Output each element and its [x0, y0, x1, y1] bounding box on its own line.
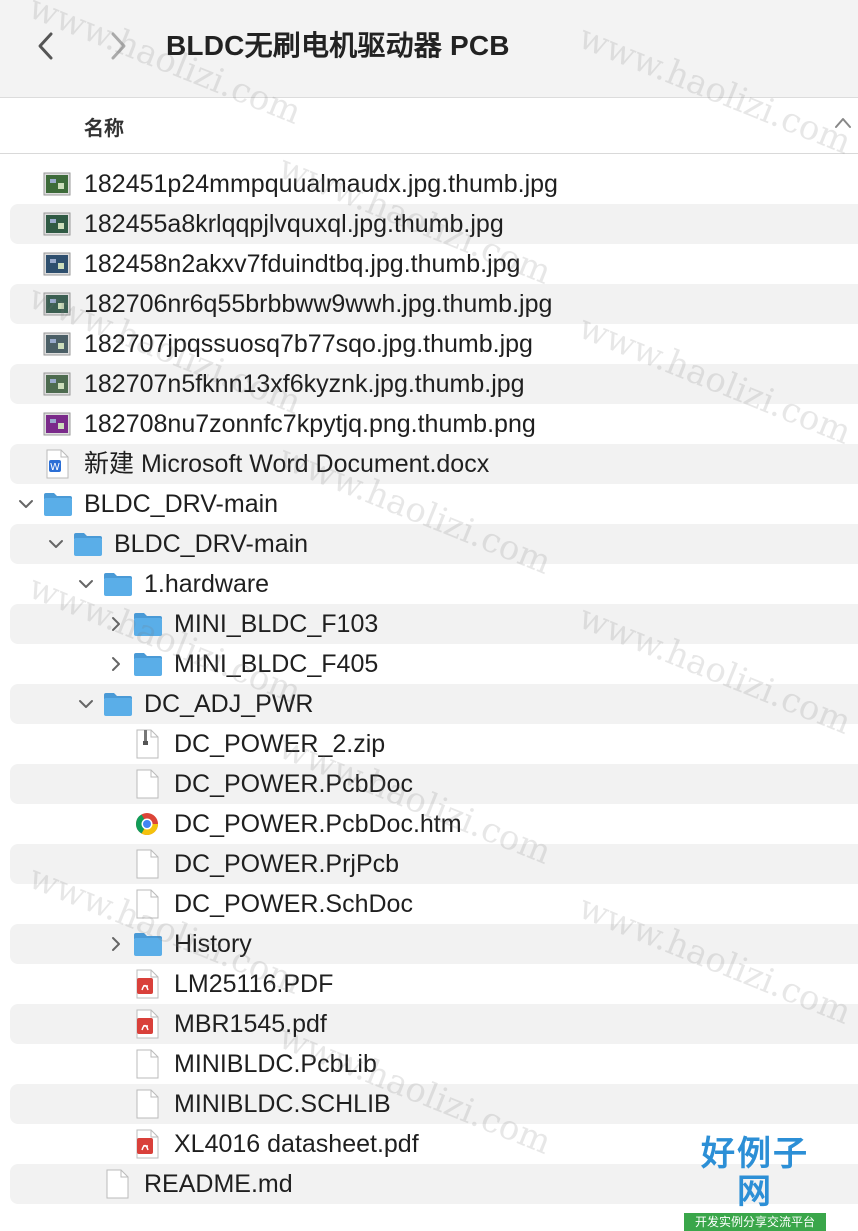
column-header: 名称	[0, 98, 858, 154]
chevron-down-icon[interactable]	[46, 534, 66, 554]
zip-archive-icon	[132, 729, 162, 759]
file-name: MINIBLDC.SCHLIB	[174, 1090, 391, 1118]
image-thumbnail-icon	[42, 169, 72, 199]
folder-row[interactable]: BLDC_DRV-main	[0, 524, 858, 564]
file-row[interactable]: DC_POWER.PcbDoc.htm	[0, 804, 858, 844]
site-logo: 好例子网 开发实例分享交流平台	[684, 1135, 826, 1231]
file-name: 182455a8krlqqpjlvquxql.jpg.thumb.jpg	[84, 210, 504, 238]
svg-text:W: W	[50, 462, 60, 473]
file-name: DC_POWER.PcbDoc	[174, 770, 413, 798]
chevron-down-icon[interactable]	[16, 494, 36, 514]
file-row[interactable]: 182707jpqssuosq7b77sqo.jpg.thumb.jpg	[0, 324, 858, 364]
file-name: BLDC_DRV-main	[114, 530, 309, 558]
image-thumbnail-icon	[42, 289, 72, 319]
file-name: LM25116.PDF	[174, 970, 334, 998]
folder-icon	[102, 689, 132, 719]
folder-icon	[72, 529, 102, 559]
file-name: 182458n2akxv7fduindtbq.jpg.thumb.jpg	[84, 250, 521, 278]
file-name: DC_POWER.PrjPcb	[174, 850, 400, 878]
chevron-up-icon[interactable]	[834, 116, 852, 130]
chrome-html-icon	[132, 809, 162, 839]
pdf-document-icon	[132, 1129, 162, 1159]
chevron-right-icon[interactable]	[106, 654, 126, 674]
file-row[interactable]: MINIBLDC.SCHLIB	[0, 1084, 858, 1124]
name-column-header[interactable]: 名称	[84, 112, 124, 141]
file-row[interactable]: W 新建 Microsoft Word Document.docx	[0, 444, 858, 484]
back-button[interactable]	[32, 28, 60, 64]
file-name: 1.hardware	[144, 570, 270, 598]
file-row[interactable]: 182706nr6q55brbbww9wwh.jpg.thumb.jpg	[0, 284, 858, 324]
file-name: MINI_BLDC_F405	[174, 650, 379, 678]
blank-document-icon	[132, 1089, 162, 1119]
chevron-down-icon[interactable]	[76, 694, 96, 714]
folder-row[interactable]: MINI_BLDC_F103	[0, 604, 858, 644]
file-row[interactable]: DC_POWER.PrjPcb	[0, 844, 858, 884]
chevron-down-icon[interactable]	[76, 574, 96, 594]
file-name: MINI_BLDC_F103	[174, 610, 379, 638]
file-name: DC_POWER.PcbDoc.htm	[174, 810, 462, 838]
folder-row[interactable]: History	[0, 924, 858, 964]
chevron-right-icon[interactable]	[106, 934, 126, 954]
file-row[interactable]: 182707n5fknn13xf6kyznk.jpg.thumb.jpg	[0, 364, 858, 404]
window-title: BLDC无刷电机驱动器 PCB	[166, 30, 510, 61]
folder-icon	[132, 649, 162, 679]
blank-document-icon	[132, 1049, 162, 1079]
file-row[interactable]: 182451p24mmpquualmaudx.jpg.thumb.jpg	[0, 164, 858, 204]
file-row[interactable]: MBR1545.pdf	[0, 1004, 858, 1044]
file-row[interactable]: DC_POWER.PcbDoc	[0, 764, 858, 804]
file-name: DC_ADJ_PWR	[144, 690, 314, 718]
file-name: 182706nr6q55brbbww9wwh.jpg.thumb.jpg	[84, 290, 553, 318]
logo-subtitle: 开发实例分享交流平台	[684, 1213, 826, 1231]
image-thumbnail-icon	[42, 369, 72, 399]
pdf-document-icon	[132, 1009, 162, 1039]
image-thumbnail-icon	[42, 409, 72, 439]
logo-title: 好例子网	[701, 1134, 809, 1212]
blank-document-icon	[132, 889, 162, 919]
file-name: DC_POWER_2.zip	[174, 730, 386, 758]
file-name: 182707jpqssuosq7b77sqo.jpg.thumb.jpg	[84, 330, 533, 358]
file-name: History	[174, 930, 252, 958]
chevron-right-icon[interactable]	[106, 614, 126, 634]
file-list: 182451p24mmpquualmaudx.jpg.thumb.jpg 1824…	[0, 164, 858, 1204]
folder-icon	[102, 569, 132, 599]
file-name: 182707n5fknn13xf6kyznk.jpg.thumb.jpg	[84, 370, 525, 398]
folder-row[interactable]: DC_ADJ_PWR	[0, 684, 858, 724]
file-name: BLDC_DRV-main	[84, 490, 279, 518]
word-document-icon: W	[42, 449, 72, 479]
file-name: README.md	[144, 1170, 293, 1198]
toolbar: BLDC无刷电机驱动器 PCB	[0, 0, 858, 98]
file-row[interactable]: 182455a8krlqqpjlvquxql.jpg.thumb.jpg	[0, 204, 858, 244]
image-thumbnail-icon	[42, 329, 72, 359]
file-row[interactable]: LM25116.PDF	[0, 964, 858, 1004]
file-row[interactable]: 182458n2akxv7fduindtbq.jpg.thumb.jpg	[0, 244, 858, 284]
file-name: 182451p24mmpquualmaudx.jpg.thumb.jpg	[84, 170, 558, 198]
file-row[interactable]: 182708nu7zonnfc7kpytjq.png.thumb.png	[0, 404, 858, 444]
image-thumbnail-icon	[42, 249, 72, 279]
chevron-right-icon	[111, 32, 126, 60]
file-row[interactable]: DC_POWER_2.zip	[0, 724, 858, 764]
pdf-document-icon	[132, 969, 162, 999]
blank-document-icon	[132, 769, 162, 799]
folder-icon	[132, 929, 162, 959]
file-name: XL4016 datasheet.pdf	[174, 1130, 419, 1158]
file-row[interactable]: DC_POWER.SchDoc	[0, 884, 858, 924]
folder-row[interactable]: MINI_BLDC_F405	[0, 644, 858, 684]
chevron-left-icon	[38, 32, 53, 60]
folder-icon	[132, 609, 162, 639]
folder-row[interactable]: 1.hardware	[0, 564, 858, 604]
file-name: MBR1545.pdf	[174, 1010, 327, 1038]
file-name: DC_POWER.SchDoc	[174, 890, 413, 918]
file-name: 新建 Microsoft Word Document.docx	[84, 450, 490, 478]
forward-button[interactable]	[104, 28, 132, 64]
image-thumbnail-icon	[42, 209, 72, 239]
folder-icon	[42, 489, 72, 519]
folder-row[interactable]: BLDC_DRV-main	[0, 484, 858, 524]
file-name: 182708nu7zonnfc7kpytjq.png.thumb.png	[84, 410, 536, 438]
blank-document-icon	[132, 849, 162, 879]
file-row[interactable]: MINIBLDC.PcbLib	[0, 1044, 858, 1084]
blank-document-icon	[102, 1169, 132, 1199]
file-name: MINIBLDC.PcbLib	[174, 1050, 377, 1078]
